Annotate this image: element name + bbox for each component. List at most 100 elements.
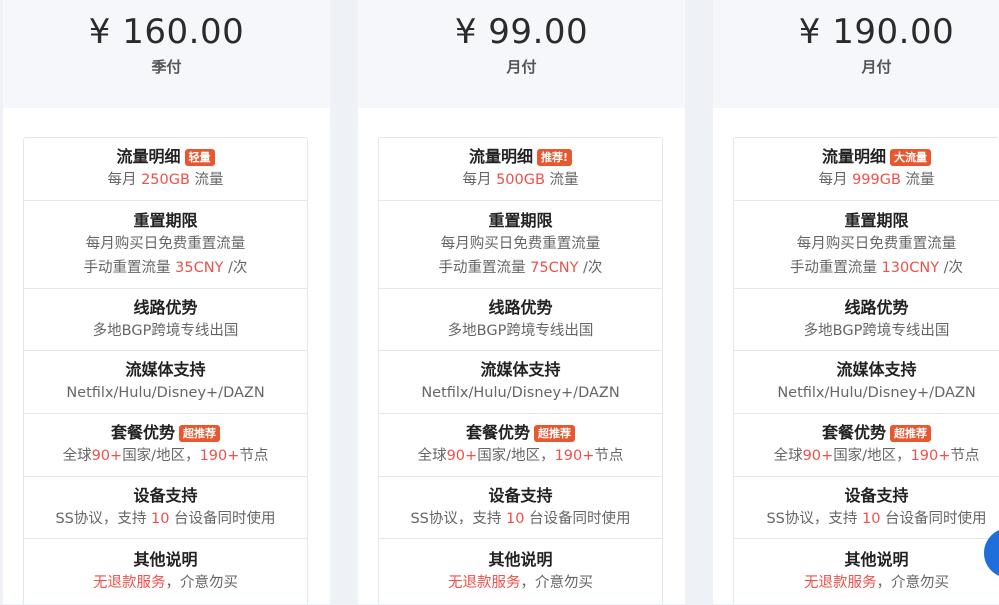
feature-title: 其他说明 bbox=[488, 550, 553, 569]
plan-period: 季付 bbox=[151, 58, 182, 76]
media-text: Netfilx/Hulu/Disney+/DAZN bbox=[777, 385, 976, 401]
traffic-amount: 500GB bbox=[496, 172, 545, 188]
feature-advantage: 套餐优势 超推荐 全球90+国家/地区，190+节点 bbox=[379, 414, 662, 477]
feature-title: 线路优势 bbox=[844, 297, 909, 317]
reset-text: 每月购买日免费重置流量 bbox=[85, 235, 246, 252]
text: SS协议，支持 bbox=[410, 510, 506, 527]
feature-title: 套餐优势 bbox=[465, 423, 530, 442]
plan-period: 月付 bbox=[506, 58, 537, 76]
feature-title: 线路优势 bbox=[133, 297, 198, 317]
text: 流量 bbox=[189, 172, 224, 188]
feature-title: 流量明细 bbox=[468, 147, 533, 166]
reset-text: 每月购买日免费重置流量 bbox=[796, 235, 957, 252]
traffic-amount: 250GB bbox=[141, 172, 190, 188]
feature-title: 流量明细 bbox=[821, 147, 886, 166]
no-refund-warning: 无退款服务 bbox=[93, 575, 166, 591]
text: ，介意勿买 bbox=[165, 575, 239, 591]
feature-devices: 设备支持 SS协议，支持 10 台设备同时使用 bbox=[734, 477, 999, 539]
feature-title: 重置期限 bbox=[133, 210, 198, 230]
feature-reset: 重置期限 每月购买日免费重置流量 手动重置流量 75CNY /次 bbox=[379, 201, 662, 289]
no-refund-warning: 无退款服务 bbox=[448, 575, 521, 591]
feature-table: 流量明细 轻量 每月 250GB 流量 重置期限 每月购买日免费重置流量 手动重置… bbox=[23, 137, 308, 604]
text: 全球 bbox=[773, 448, 803, 464]
plan-price: ¥ 160.00 bbox=[88, 12, 245, 52]
route-text: 多地BGP跨境专线出国 bbox=[447, 322, 594, 339]
feature-route: 线路优势 多地BGP跨境专线出国 bbox=[379, 289, 662, 351]
text: 节点 bbox=[594, 448, 624, 464]
text: 国家/地区， bbox=[833, 448, 911, 464]
feature-title: 流媒体支持 bbox=[480, 360, 561, 379]
text: SS协议，支持 bbox=[55, 510, 151, 527]
feature-media: 流媒体支持 Netfilx/Hulu/Disney+/DAZN bbox=[24, 351, 307, 414]
text: 每月 bbox=[107, 172, 142, 188]
text: 每月 bbox=[818, 172, 853, 188]
feature-traffic: 流量明细 轻量 每月 250GB 流量 bbox=[24, 138, 307, 201]
text: 节点 bbox=[239, 448, 269, 464]
route-text: 多地BGP跨境专线出国 bbox=[803, 322, 950, 339]
text: 台设备同时使用 bbox=[524, 510, 631, 527]
feature-devices: 设备支持 SS协议，支持 10 台设备同时使用 bbox=[379, 477, 662, 539]
text: SS协议，支持 bbox=[766, 510, 862, 527]
text: 国家/地区， bbox=[477, 448, 555, 464]
text: ，介意勿买 bbox=[520, 575, 594, 591]
feature-title: 设备支持 bbox=[844, 485, 909, 505]
node-count: 190+ bbox=[199, 448, 240, 464]
feature-title: 套餐优势 bbox=[821, 423, 886, 442]
text: /次 bbox=[939, 259, 964, 276]
feature-notes: 其他说明 无退款服务，介意勿买 bbox=[734, 539, 999, 604]
text: /次 bbox=[578, 259, 603, 276]
feature-devices: 设备支持 SS协议，支持 10 台设备同时使用 bbox=[24, 477, 307, 539]
media-text: Netfilx/Hulu/Disney+/DAZN bbox=[421, 385, 620, 401]
plan-price: ¥ 190.00 bbox=[798, 12, 955, 52]
plan-card-quarterly: ¥ 160.00 季付 流量明细 轻量 每月 250GB 流量 重置期限 每月购买… bbox=[3, 0, 330, 604]
badge: 大流量 bbox=[890, 148, 931, 166]
text: /次 bbox=[223, 259, 248, 276]
device-count: 10 bbox=[861, 510, 881, 527]
node-count: 190+ bbox=[910, 448, 951, 464]
text: 台设备同时使用 bbox=[880, 510, 987, 527]
feature-notes: 其他说明 无退款服务，介意勿买 bbox=[24, 539, 307, 605]
feature-title: 线路优势 bbox=[488, 297, 553, 317]
text: 手动重置流量 bbox=[789, 259, 882, 276]
plan-period: 月付 bbox=[861, 58, 892, 76]
country-count: 90+ bbox=[446, 448, 478, 464]
text: 流量 bbox=[900, 172, 935, 188]
node-count: 190+ bbox=[554, 448, 595, 464]
feature-media: 流媒体支持 Netfilx/Hulu/Disney+/DAZN bbox=[379, 351, 662, 414]
no-refund-warning: 无退款服务 bbox=[804, 575, 877, 591]
plan-price: ¥ 99.00 bbox=[454, 12, 589, 52]
feature-route: 线路优势 多地BGP跨境专线出国 bbox=[24, 289, 307, 351]
feature-notes: 其他说明 无退款服务，介意勿买 bbox=[379, 539, 662, 605]
reset-price: 130CNY bbox=[881, 259, 940, 276]
text: 手动重置流量 bbox=[438, 259, 531, 276]
feature-title: 流媒体支持 bbox=[125, 360, 206, 379]
device-count: 10 bbox=[150, 510, 170, 527]
badge: 超推荐 bbox=[890, 424, 931, 442]
feature-title: 套餐优势 bbox=[110, 423, 175, 442]
traffic-amount: 999GB bbox=[852, 172, 901, 188]
feature-route: 线路优势 多地BGP跨境专线出国 bbox=[734, 289, 999, 351]
plan-header: ¥ 99.00 月付 bbox=[358, 0, 685, 108]
plan-header: ¥ 160.00 季付 bbox=[3, 0, 330, 108]
text: 每月 bbox=[462, 172, 497, 188]
country-count: 90+ bbox=[802, 448, 834, 464]
text: 节点 bbox=[950, 448, 980, 464]
reset-price: 75CNY bbox=[530, 259, 579, 276]
plan-card-monthly-500: ¥ 99.00 月付 流量明细 推荐! 每月 500GB 流量 重置期限 每月购买… bbox=[358, 0, 685, 604]
feature-title: 流媒体支持 bbox=[836, 360, 917, 379]
badge: 推荐! bbox=[536, 148, 573, 166]
feature-reset: 重置期限 每月购买日免费重置流量 手动重置流量 35CNY /次 bbox=[24, 201, 307, 289]
feature-title: 重置期限 bbox=[488, 210, 553, 230]
feature-title: 其他说明 bbox=[133, 550, 198, 569]
reset-text: 每月购买日免费重置流量 bbox=[440, 235, 601, 252]
text: ，介意勿买 bbox=[876, 575, 950, 591]
plan-card-monthly-999: ¥ 190.00 月付 流量明细 大流量 每月 999GB 流量 重置期限 每月购… bbox=[713, 0, 999, 604]
feature-traffic: 流量明细 大流量 每月 999GB 流量 bbox=[734, 138, 999, 201]
plan-header: ¥ 190.00 月付 bbox=[713, 0, 999, 108]
text: 国家/地区， bbox=[122, 448, 200, 464]
feature-title: 设备支持 bbox=[133, 485, 198, 505]
feature-traffic: 流量明细 推荐! 每月 500GB 流量 bbox=[379, 138, 662, 201]
feature-advantage: 套餐优势 超推荐 全球90+国家/地区，190+节点 bbox=[734, 414, 999, 477]
feature-title: 流量明细 bbox=[116, 147, 181, 166]
feature-table: 流量明细 大流量 每月 999GB 流量 重置期限 每月购买日免费重置流量 手动重… bbox=[733, 137, 999, 604]
